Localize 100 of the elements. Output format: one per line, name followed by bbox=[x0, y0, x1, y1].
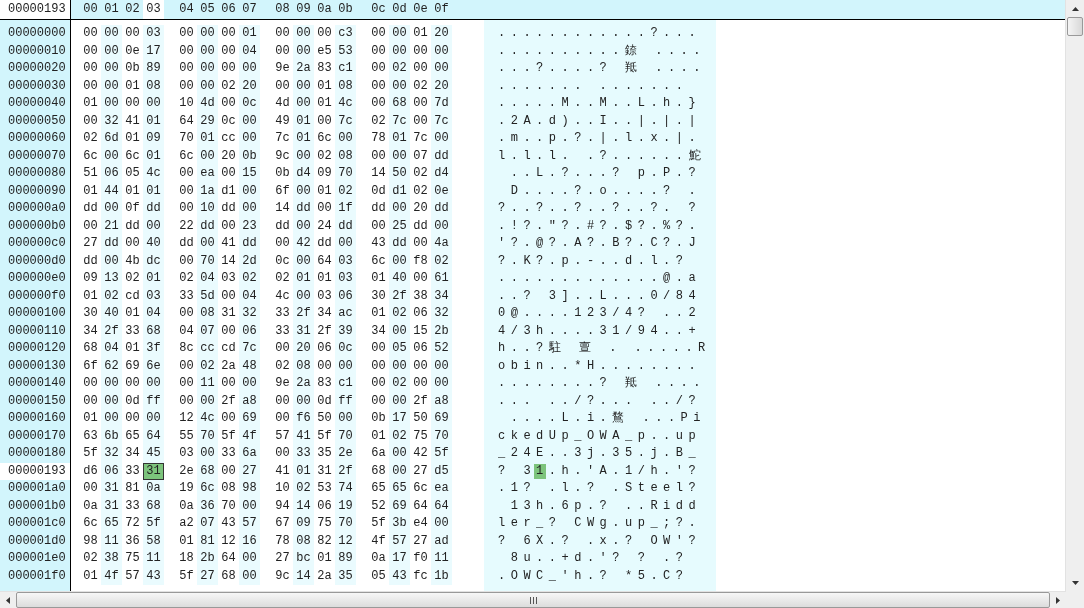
hex-byte[interactable]: 52 bbox=[368, 497, 389, 515]
hex-byte[interactable]: 09 bbox=[314, 165, 335, 183]
hex-byte[interactable]: 6f bbox=[80, 357, 101, 375]
hex-byte[interactable]: 0c bbox=[335, 340, 356, 358]
hex-byte[interactable]: 00 bbox=[431, 375, 452, 393]
hex-byte[interactable]: 40 bbox=[389, 270, 410, 288]
hex-byte[interactable]: 89 bbox=[335, 550, 356, 568]
hex-byte[interactable]: 78 bbox=[272, 532, 293, 550]
hex-byte[interactable]: 6c bbox=[410, 480, 431, 498]
hex-byte[interactable]: 38 bbox=[410, 287, 431, 305]
hex-byte[interactable]: 4b bbox=[122, 252, 143, 270]
hex-byte[interactable]: 13 bbox=[101, 270, 122, 288]
hex-byte[interactable]: 2f bbox=[410, 392, 431, 410]
hex-byte[interactable]: 2f bbox=[293, 305, 314, 323]
hex-byte[interactable]: 9c bbox=[272, 147, 293, 165]
hex-byte[interactable]: 0d bbox=[122, 392, 143, 410]
hex-byte[interactable]: 7c bbox=[410, 130, 431, 148]
hex-byte[interactable]: 2e bbox=[335, 445, 356, 463]
hex-byte[interactable]: 14 bbox=[368, 165, 389, 183]
hex-byte[interactable]: 01 bbox=[368, 427, 389, 445]
hex-byte[interactable]: 32 bbox=[431, 305, 452, 323]
hex-byte[interactable]: 00 bbox=[101, 200, 122, 218]
hex-byte[interactable]: 01 bbox=[314, 95, 335, 113]
hex-byte[interactable]: 6c bbox=[176, 147, 197, 165]
hex-byte[interactable]: 00 bbox=[410, 95, 431, 113]
hex-byte[interactable]: 2a bbox=[293, 375, 314, 393]
hex-byte[interactable]: 00 bbox=[368, 95, 389, 113]
hex-byte[interactable]: 43 bbox=[218, 515, 239, 533]
hex-byte[interactable]: 10 bbox=[176, 95, 197, 113]
hex-byte[interactable]: 00 bbox=[122, 95, 143, 113]
hex-byte[interactable]: 68 bbox=[80, 340, 101, 358]
hex-byte[interactable]: 11 bbox=[431, 550, 452, 568]
hex-byte[interactable]: cd bbox=[218, 340, 239, 358]
hex-byte[interactable]: 6c bbox=[80, 515, 101, 533]
hex-byte[interactable]: 02 bbox=[80, 130, 101, 148]
hex-byte[interactable]: 00 bbox=[239, 375, 260, 393]
hex-byte[interactable]: 49 bbox=[272, 112, 293, 130]
hex-byte[interactable]: 00 bbox=[218, 95, 239, 113]
hex-byte[interactable]: 02 bbox=[389, 60, 410, 78]
hex-byte[interactable]: 00 bbox=[176, 392, 197, 410]
hex-byte[interactable]: 7d bbox=[431, 95, 452, 113]
hex-byte[interactable]: bc bbox=[293, 550, 314, 568]
hex-byte[interactable]: 00 bbox=[239, 130, 260, 148]
hex-byte[interactable]: 00 bbox=[122, 235, 143, 253]
hex-byte[interactable]: c1 bbox=[335, 375, 356, 393]
hex-byte[interactable]: 67 bbox=[272, 515, 293, 533]
hex-byte[interactable]: a2 bbox=[176, 515, 197, 533]
hex-byte[interactable]: 00 bbox=[197, 25, 218, 43]
hex-byte[interactable]: 6f bbox=[272, 182, 293, 200]
hex-byte[interactable]: 01 bbox=[122, 77, 143, 95]
hex-byte[interactable]: 00 bbox=[176, 182, 197, 200]
hex-byte[interactable]: 08 bbox=[218, 480, 239, 498]
hex-byte[interactable]: 0c bbox=[239, 95, 260, 113]
scroll-thumb[interactable] bbox=[1067, 17, 1083, 36]
hex-byte[interactable]: 00 bbox=[80, 480, 101, 498]
hex-byte[interactable]: 17 bbox=[389, 410, 410, 428]
hex-byte[interactable]: 74 bbox=[335, 480, 356, 498]
hex-byte[interactable]: 02 bbox=[410, 165, 431, 183]
hex-byte[interactable]: 75 bbox=[122, 550, 143, 568]
hex-byte[interactable]: 05 bbox=[122, 165, 143, 183]
hex-byte[interactable]: 15 bbox=[239, 165, 260, 183]
hex-byte[interactable]: 00 bbox=[80, 77, 101, 95]
hex-byte[interactable]: 00 bbox=[410, 60, 431, 78]
hex-byte[interactable]: 24 bbox=[314, 217, 335, 235]
hex-byte[interactable]: 1f bbox=[335, 200, 356, 218]
hex-byte[interactable]: 4c bbox=[197, 410, 218, 428]
hex-byte[interactable]: 00 bbox=[176, 77, 197, 95]
hex-byte[interactable]: 50 bbox=[410, 410, 431, 428]
hex-byte[interactable]: 33 bbox=[122, 322, 143, 340]
hex-byte[interactable]: 01 bbox=[122, 130, 143, 148]
hex-byte[interactable]: 00 bbox=[80, 392, 101, 410]
hex-byte[interactable]: 01 bbox=[80, 287, 101, 305]
hex-byte[interactable]: 02 bbox=[293, 480, 314, 498]
hex-byte[interactable]: 00 bbox=[218, 410, 239, 428]
hex-byte[interactable]: 53 bbox=[314, 480, 335, 498]
hex-byte[interactable]: 19 bbox=[176, 480, 197, 498]
hex-byte[interactable]: 6a bbox=[368, 445, 389, 463]
hex-byte[interactable]: 03 bbox=[218, 270, 239, 288]
hex-byte[interactable]: 00 bbox=[410, 112, 431, 130]
hex-byte[interactable]: dd bbox=[143, 200, 164, 218]
hex-byte[interactable]: 0a bbox=[80, 497, 101, 515]
hex-byte[interactable]: 02 bbox=[410, 182, 431, 200]
hex-byte[interactable]: 83 bbox=[314, 60, 335, 78]
hex-byte[interactable]: 0a bbox=[143, 480, 164, 498]
hex-byte[interactable]: 12 bbox=[218, 532, 239, 550]
hex-byte[interactable]: c1 bbox=[335, 60, 356, 78]
hex-byte[interactable]: 68 bbox=[389, 95, 410, 113]
hex-byte[interactable]: dd bbox=[80, 252, 101, 270]
hex-byte[interactable]: 01 bbox=[314, 270, 335, 288]
hex-byte[interactable]: 20 bbox=[410, 200, 431, 218]
hex-byte[interactable]: 65 bbox=[389, 480, 410, 498]
hex-byte[interactable]: 30 bbox=[368, 287, 389, 305]
hex-byte[interactable]: 01 bbox=[314, 550, 335, 568]
hex-byte[interactable]: 2a bbox=[293, 60, 314, 78]
hex-byte[interactable]: 01 bbox=[314, 182, 335, 200]
hex-byte[interactable]: 00 bbox=[368, 357, 389, 375]
hex-byte[interactable]: 02 bbox=[272, 270, 293, 288]
hex-byte[interactable]: ac bbox=[335, 305, 356, 323]
hex-byte[interactable]: 75 bbox=[410, 427, 431, 445]
hex-byte[interactable]: 00 bbox=[80, 112, 101, 130]
